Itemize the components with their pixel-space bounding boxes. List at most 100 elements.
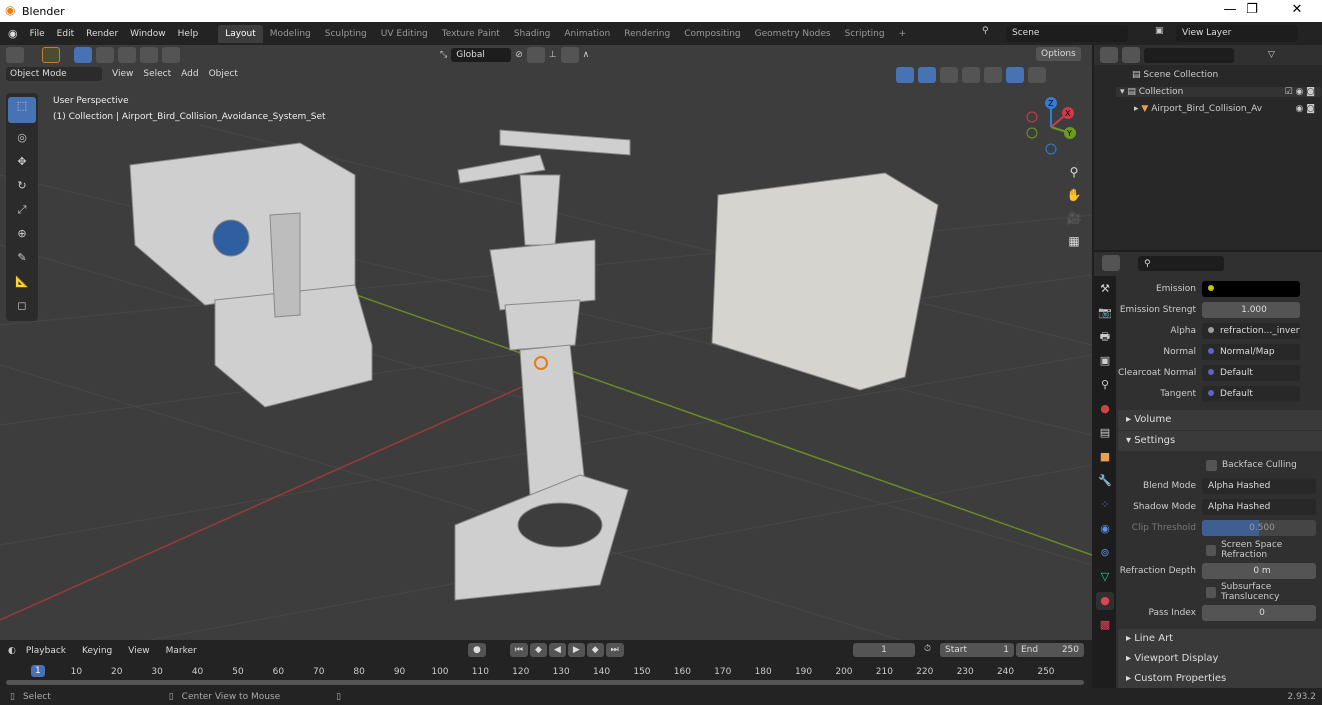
wireframe-shading-icon[interactable] [962, 67, 980, 83]
scene-icon[interactable]: ⚲ [982, 26, 989, 36]
properties-editor-icon[interactable] [1102, 255, 1120, 271]
outliner-search-input[interactable] [1144, 47, 1234, 63]
tab-geometry-nodes[interactable]: Geometry Nodes [748, 25, 838, 43]
solid-shading-icon[interactable] [984, 67, 1002, 83]
menu-help[interactable]: Help [172, 29, 205, 39]
particles-tab-icon[interactable]: ⁘ [1096, 496, 1114, 514]
timeline-menu-keying[interactable]: Keying [76, 646, 118, 656]
blender-menu-icon[interactable]: ◉ [8, 27, 18, 40]
tab-layout[interactable]: Layout [218, 24, 263, 43]
gizmo-toggle-icon[interactable] [896, 67, 914, 83]
tab-shading[interactable]: Shading [507, 25, 558, 43]
render-tab-icon[interactable]: 📷 [1096, 304, 1114, 322]
maximize-button[interactable]: ❐ [1232, 2, 1272, 17]
zoom-view-icon[interactable]: ⚲ [1064, 161, 1084, 184]
perspective-toggle-icon[interactable]: ▦ [1064, 230, 1084, 253]
blend-mode-dropdown[interactable]: Alpha Hashed [1202, 478, 1316, 494]
view-layer-selector[interactable]: View Layer [1176, 25, 1298, 42]
select-extend-icon[interactable] [96, 47, 114, 63]
outliner-filter-icon[interactable]: ▽ [1268, 50, 1275, 60]
tab-compositing[interactable]: Compositing [677, 25, 747, 43]
outliner-item-scene-collection[interactable]: ▤ Scene Collection [1132, 70, 1218, 80]
view-layer-tab-icon[interactable]: ▣ [1096, 352, 1114, 370]
material-tab-icon[interactable]: ● [1096, 592, 1114, 610]
viewport-menu-select[interactable]: Select [143, 69, 171, 79]
modifier-tab-icon[interactable]: 🔧 [1096, 472, 1114, 490]
constraints-tab-icon[interactable]: ⊚ [1096, 544, 1114, 562]
alpha-input[interactable]: refraction..._invert.pn [1202, 323, 1300, 339]
add-workspace-button[interactable]: + [892, 25, 914, 43]
view-layer-icon[interactable]: ▣ [1155, 26, 1164, 36]
xray-icon[interactable] [940, 67, 958, 83]
object-tab-icon[interactable]: ■ [1096, 448, 1114, 466]
emission-color-swatch[interactable] [1202, 281, 1300, 297]
timeline-scrollbar[interactable] [6, 680, 1084, 685]
navigation-gizmo[interactable]: Z Y X [1020, 93, 1082, 155]
tab-sculpting[interactable]: Sculpting [318, 25, 374, 43]
scene-selector[interactable]: Scene [1006, 25, 1128, 42]
measure-tool-icon[interactable]: 📐 [8, 273, 36, 291]
tab-rendering[interactable]: Rendering [617, 25, 677, 43]
transform-tool-icon[interactable]: ⊕ [8, 225, 36, 243]
move-tool-icon[interactable]: ✥ [8, 153, 36, 171]
texture-tab-icon[interactable]: ▩ [1096, 616, 1114, 634]
tab-modeling[interactable]: Modeling [263, 25, 318, 43]
material-shading-icon[interactable] [1006, 67, 1024, 83]
tab-uv-editing[interactable]: UV Editing [374, 25, 435, 43]
tangent-input[interactable]: Default [1202, 386, 1300, 402]
menu-render[interactable]: Render [80, 29, 124, 39]
mode-selector[interactable]: Object Mode [6, 67, 102, 81]
menu-file[interactable]: File [24, 29, 51, 39]
settings-section[interactable]: ▾ Settings [1118, 431, 1322, 451]
snap-icon[interactable] [526, 47, 545, 63]
3d-viewport[interactable]: ⤡ Global ⊘ ⊥ ∧ Options Object Mode View … [0, 45, 1092, 640]
clip-threshold-slider[interactable]: 0.500 [1202, 520, 1316, 536]
custom-properties-section[interactable]: ▸ Custom Properties [1118, 669, 1322, 689]
properties-search-input[interactable]: ⚲ [1138, 255, 1224, 271]
clearcoat-normal-input[interactable]: Default [1202, 365, 1300, 381]
select-subtract-icon[interactable] [118, 47, 136, 63]
visibility-toggles[interactable]: ◉ ◙ [1296, 104, 1315, 114]
refraction-depth-field[interactable]: 0 m [1202, 563, 1316, 579]
editor-type-icon[interactable] [6, 47, 24, 63]
tool-tab-icon[interactable]: ⚒ [1096, 280, 1114, 298]
select-intersect-icon[interactable] [162, 47, 180, 63]
pan-view-icon[interactable]: ✋ [1064, 184, 1084, 207]
collection-tab-icon[interactable]: ▤ [1096, 424, 1114, 442]
data-tab-icon[interactable]: ▽ [1096, 568, 1114, 586]
scale-tool-icon[interactable]: ⤢ [8, 201, 36, 219]
outliner-filter-mode-icon[interactable] [1122, 47, 1140, 63]
shadow-mode-dropdown[interactable]: Alpha Hashed [1202, 499, 1316, 515]
next-keyframe-button[interactable]: ◆ [586, 643, 604, 657]
output-tab-icon[interactable]: 🖶 [1096, 328, 1114, 346]
volume-section[interactable]: ▸ Volume [1118, 410, 1322, 430]
outliner-display-mode-icon[interactable] [1100, 47, 1118, 63]
screen-space-refraction-checkbox[interactable]: Screen Space Refraction [1118, 540, 1322, 560]
scene-tab-icon[interactable]: ⚲ [1096, 376, 1114, 394]
close-button[interactable]: ✕ [1277, 2, 1317, 17]
select-box-tool-icon[interactable]: ⬚ [8, 97, 36, 123]
tab-texture-paint[interactable]: Texture Paint [435, 25, 507, 43]
viewport-menu-object[interactable]: Object [209, 69, 238, 79]
select-tool-icon[interactable] [42, 47, 60, 63]
options-button[interactable]: Options [1036, 47, 1081, 61]
viewport-display-section[interactable]: ▸ Viewport Display [1118, 649, 1322, 669]
tab-scripting[interactable]: Scripting [838, 25, 892, 43]
camera-view-icon[interactable]: 🎥 [1064, 207, 1084, 230]
select-new-icon[interactable] [74, 47, 92, 63]
jump-start-button[interactable]: ⏮ [509, 643, 528, 657]
end-frame-field[interactable]: End 250 [1016, 643, 1084, 657]
add-cube-tool-icon[interactable]: ◻ [8, 297, 36, 315]
pivot-icon[interactable]: ⊘ [515, 50, 523, 60]
record-button[interactable]: ● [468, 643, 486, 657]
falloff-icon[interactable]: ∧ [583, 50, 590, 60]
overlay-toggle-icon[interactable] [918, 67, 936, 83]
timeline-editor-icon[interactable]: ◐ [8, 646, 16, 656]
stopwatch-icon[interactable]: ⏱ [924, 644, 931, 654]
rendered-shading-icon[interactable] [1028, 67, 1046, 83]
physics-tab-icon[interactable]: ◉ [1096, 520, 1114, 538]
timeline-menu-marker[interactable]: Marker [160, 646, 203, 656]
backface-culling-checkbox[interactable]: Backface Culling [1118, 456, 1322, 474]
timeline-menu-view[interactable]: View [122, 646, 155, 656]
emission-strength-field[interactable]: 1.000 [1202, 302, 1300, 318]
